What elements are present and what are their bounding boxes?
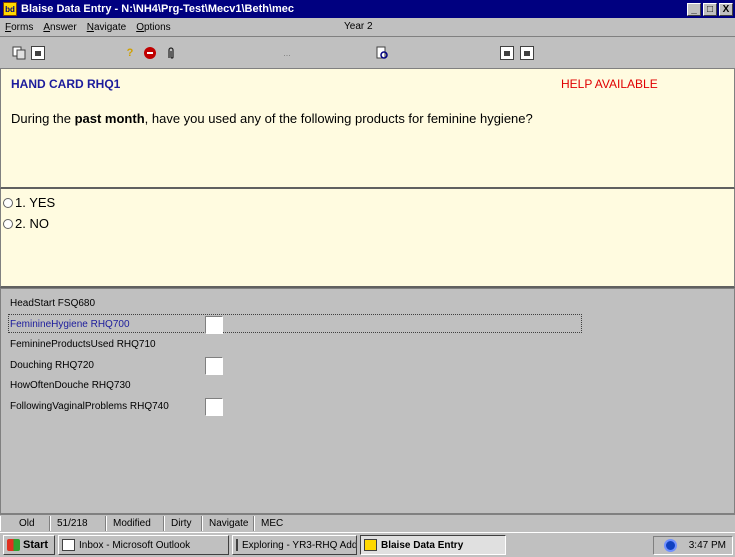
- toolbar-separator: ...: [283, 48, 291, 58]
- question-text-end: , have you used any of the following pro…: [144, 111, 533, 126]
- form-icon[interactable]: [31, 46, 45, 60]
- start-button[interactable]: Start: [3, 535, 55, 555]
- answer-option-yes[interactable]: 1. YES: [3, 195, 55, 210]
- field-label-headstart[interactable]: HeadStart FSQ680: [10, 298, 95, 309]
- toolbar: ? ...: [0, 36, 735, 68]
- radio-yes[interactable]: [3, 197, 13, 208]
- blaise-app-icon[interactable]: bd: [3, 2, 17, 16]
- help-icon[interactable]: ?: [123, 46, 137, 60]
- answer-label-no: 2. NO: [15, 216, 49, 231]
- status-modified: Modified: [106, 516, 164, 531]
- window-title: Blaise Data Entry - N:\NH4\Prg-Test\Mecv…: [21, 3, 295, 15]
- window-controls: _ □ X: [687, 2, 733, 16]
- blaise-data-entry-window: bd Blaise Data Entry - N:\NH4\Prg-Test\M…: [0, 0, 735, 557]
- explorer-icon: [236, 539, 238, 551]
- status-section: MEC: [254, 516, 289, 531]
- menu-bar: Forms Answer Navigate Options Year 2: [0, 18, 735, 36]
- status-dirty: Dirty: [164, 516, 202, 531]
- windows-logo-icon: [7, 539, 20, 551]
- question-text: During the past month, have you used any…: [11, 111, 533, 126]
- attachment-icon[interactable]: [164, 46, 178, 60]
- task-explorer-label: Exploring - YR3-RHQ Add...: [242, 539, 357, 551]
- field-input-vaginal-problems[interactable]: [205, 398, 223, 416]
- maximize-button[interactable]: □: [703, 2, 717, 16]
- help-available-label[interactable]: HELP AVAILABLE: [561, 77, 658, 91]
- taskbar: Start Inbox - Microsoft Outlook Explorin…: [0, 532, 735, 557]
- blaise-task-icon: [364, 539, 377, 551]
- minimize-button[interactable]: _: [687, 2, 701, 16]
- previous-form-icon[interactable]: [500, 46, 514, 60]
- menu-answer[interactable]: Answer: [38, 22, 81, 33]
- answer-option-no[interactable]: 2. NO: [3, 216, 49, 231]
- close-button[interactable]: X: [719, 2, 733, 16]
- task-outlook-label: Inbox - Microsoft Outlook: [79, 539, 191, 551]
- status-bar: Old 51/218 Modified Dirty Navigate MEC: [0, 514, 735, 532]
- question-text-emphasis: past month: [74, 111, 145, 126]
- field-input-feminine-hygiene[interactable]: [205, 316, 223, 334]
- task-blaise[interactable]: Blaise Data Entry: [360, 535, 506, 555]
- copy-icon[interactable]: [12, 46, 26, 60]
- question-pane: HAND CARD RHQ1 HELP AVAILABLE During the…: [0, 68, 735, 189]
- title-bar[interactable]: bd Blaise Data Entry - N:\NH4\Prg-Test\M…: [0, 0, 735, 18]
- task-outlook[interactable]: Inbox - Microsoft Outlook: [58, 535, 229, 555]
- hand-card-label: HAND CARD RHQ1: [11, 77, 121, 91]
- menu-forms[interactable]: Forms: [0, 22, 38, 33]
- network-icon[interactable]: [663, 539, 677, 552]
- answer-pane: 1. YES 2. NO: [0, 189, 735, 288]
- next-form-icon[interactable]: [520, 46, 534, 60]
- status-navigate: Navigate: [202, 516, 254, 531]
- field-label-vaginal-problems[interactable]: FollowingVaginalProblems RHQ740: [10, 401, 169, 412]
- year-label: Year 2: [344, 21, 373, 32]
- menu-navigate[interactable]: Navigate: [82, 22, 131, 33]
- field-label-how-often-douche[interactable]: HowOftenDouche RHQ730: [10, 380, 131, 391]
- field-label-feminine-hygiene[interactable]: FeminineHygiene RHQ700: [10, 319, 130, 330]
- field-pane: HeadStart FSQ680 FeminineHygiene RHQ700 …: [0, 288, 735, 514]
- answer-label-yes: 1. YES: [15, 195, 56, 210]
- outlook-icon: [62, 539, 75, 551]
- radio-no[interactable]: [3, 218, 13, 229]
- system-tray: 3:47 PM: [653, 536, 733, 555]
- task-blaise-label: Blaise Data Entry: [381, 539, 464, 551]
- question-text-start: During the: [11, 111, 75, 126]
- task-explorer[interactable]: Exploring - YR3-RHQ Add...: [232, 535, 357, 555]
- field-label-feminine-products[interactable]: FeminineProductsUsed RHQ710: [10, 339, 156, 350]
- find-icon[interactable]: [375, 46, 389, 60]
- status-mode: Old: [0, 516, 50, 531]
- clock[interactable]: 3:47 PM: [689, 540, 726, 551]
- start-label: Start: [23, 539, 49, 551]
- field-input-douching[interactable]: [205, 357, 223, 375]
- stop-icon[interactable]: [143, 46, 157, 60]
- field-label-douching[interactable]: Douching RHQ720: [10, 360, 94, 371]
- status-counter: 51/218: [50, 516, 106, 531]
- menu-options[interactable]: Options: [131, 22, 175, 33]
